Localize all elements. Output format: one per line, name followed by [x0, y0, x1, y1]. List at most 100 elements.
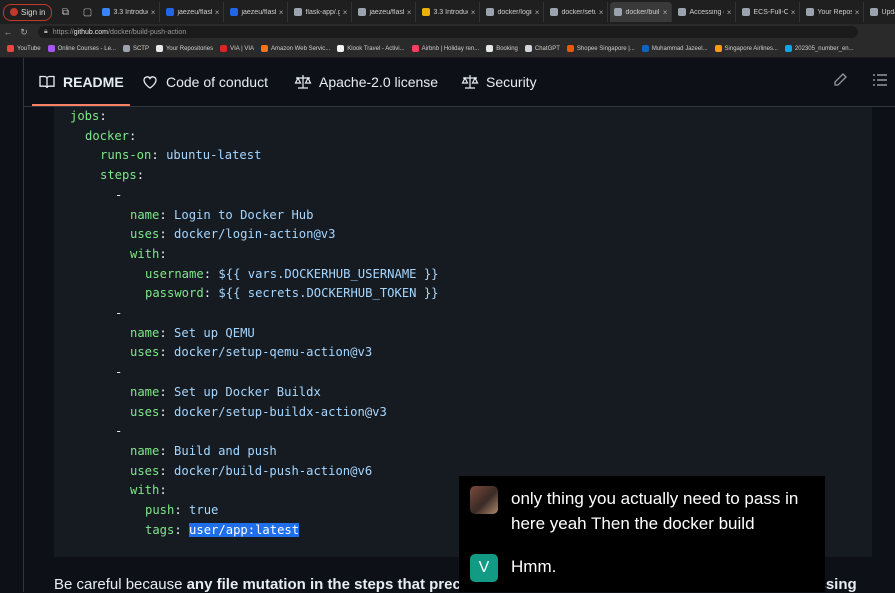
bookmark-item[interactable]: 202305_number_en...	[784, 45, 854, 52]
bookmark-label: Airbnb | Holiday ren...	[421, 45, 480, 52]
tab-actions-icon[interactable]: ▢	[78, 3, 96, 21]
code-line: -	[115, 422, 122, 442]
url-field[interactable]: 🔒︎ https://github.com/docker/build-push-…	[38, 26, 858, 38]
bookmark-item[interactable]: Online Courses - Le...	[47, 45, 116, 52]
code-key: docker	[85, 128, 130, 143]
browser-tab[interactable]: jaezeu/flask ×	[354, 2, 417, 22]
bookmark-label: Shopee Singapore |...	[576, 45, 635, 52]
caption-row: V Hmm.	[470, 554, 811, 582]
bookmark-item[interactable]: Booking	[486, 45, 518, 52]
bookmark-favicon-icon	[784, 45, 792, 52]
url-host: github.com	[73, 28, 108, 36]
code-line: -	[115, 186, 122, 206]
close-tab-icon[interactable]: ×	[151, 8, 156, 17]
bookmark-item[interactable]: Klook Travel - Activi...	[337, 45, 405, 52]
bookmark-item[interactable]: Muhammad Jazeel...	[641, 45, 708, 52]
code-line: name: Login to Docker Hub	[130, 207, 314, 222]
bookmark-item[interactable]: Shopee Singapore |...	[566, 45, 635, 52]
code-key: name	[130, 443, 160, 458]
browser-tab[interactable]: ECS-Full-CI/ ×	[738, 2, 801, 22]
workspaces-icon[interactable]: ⧉	[56, 3, 74, 21]
close-tab-icon[interactable]: ×	[855, 8, 860, 17]
sign-in-button[interactable]: Sign in	[3, 3, 53, 21]
code-value: ${{ secrets.DOCKERHUB_TOKEN }}	[218, 286, 439, 301]
code-line: username: ${{ vars.DOCKERHUB_USERNAME }}	[145, 266, 439, 281]
close-tab-icon[interactable]: ×	[535, 8, 540, 17]
code-key: uses	[130, 345, 160, 360]
caption-row: only thing you actually need to pass in …	[470, 486, 811, 536]
browser-tab[interactable]: flask-app/.g ×	[290, 2, 353, 22]
tab-security[interactable]: Security	[461, 58, 537, 105]
tab-readme[interactable]: README	[32, 58, 130, 106]
code-value: ubuntu-latest	[166, 148, 262, 163]
tab-favicon-icon	[550, 8, 559, 16]
bookmark-label: 202305_number_en...	[794, 45, 854, 52]
close-tab-icon[interactable]: ×	[663, 8, 668, 17]
code-value: Set up QEMU	[174, 325, 255, 340]
code-value: Build and push	[174, 443, 277, 458]
heart-icon	[141, 73, 159, 91]
browser-tab[interactable]: 3.3 Introduc ×	[98, 2, 161, 22]
tab-title: ECS-Full-CI/	[753, 8, 787, 16]
close-tab-icon[interactable]: ×	[343, 8, 348, 17]
code-line: name: Set up QEMU	[130, 325, 255, 340]
bookmark-favicon-icon	[155, 45, 163, 52]
bookmark-item[interactable]: Your Repositories	[155, 45, 213, 52]
bookmark-label: ChatGPT	[534, 45, 560, 52]
tab-security-label: Security	[486, 73, 537, 90]
back-icon[interactable]: ←	[0, 27, 16, 37]
browser-tab[interactable]: Update mu×	[866, 2, 895, 22]
code-list-dash: -	[115, 365, 123, 380]
tab-license[interactable]: Apache-2.0 license	[294, 58, 438, 105]
close-tab-icon[interactable]: ×	[407, 8, 412, 17]
bookmark-item[interactable]: Amazon Web Servic...	[261, 45, 330, 52]
bookmark-item[interactable]: Singapore Airlines...	[714, 45, 778, 52]
bookmark-favicon-icon	[47, 45, 55, 52]
refresh-icon[interactable]: ↻	[16, 27, 32, 38]
bookmark-item[interactable]: VIA | VIA	[220, 45, 254, 52]
tab-favicon-icon	[614, 8, 623, 16]
bookmark-item[interactable]: YouTube	[7, 45, 41, 52]
close-tab-icon[interactable]: ×	[727, 8, 732, 17]
paragraph-lead: Be careful because	[54, 576, 187, 593]
bookmark-item[interactable]: Airbnb | Holiday ren...	[411, 45, 480, 52]
tab-favicon-icon	[230, 8, 239, 16]
browser-tab[interactable]: jaezeu/flask ×	[226, 2, 289, 22]
close-tab-icon[interactable]: ×	[215, 8, 220, 17]
code-value: docker/setup-buildx-action@v3	[174, 404, 387, 419]
browser-tab[interactable]: jaezeu/flask ×	[162, 2, 225, 22]
bookmark-item[interactable]: SCTP	[122, 45, 149, 52]
browser-tab[interactable]: docker/setu ×	[546, 2, 609, 22]
code-key: with	[130, 246, 160, 261]
tab-favicon-icon	[486, 8, 495, 16]
code-value: ${{ vars.DOCKERHUB_USERNAME }}	[218, 266, 439, 281]
tab-code-of-conduct[interactable]: Code of conduct	[141, 58, 268, 105]
browser-tab[interactable]: Accessing c ×	[674, 2, 737, 22]
caption-text: Hmm.	[511, 557, 557, 576]
code-line: uses: docker/setup-buildx-action@v3	[130, 404, 387, 419]
tab-title: docker/buil	[625, 8, 660, 16]
edit-pencil-icon[interactable]	[832, 72, 850, 90]
browser-tab[interactable]: docker/buil ×	[610, 2, 673, 22]
lock-icon: 🔒︎	[44, 28, 48, 35]
outline-list-icon[interactable]	[872, 72, 890, 90]
bookmark-label: Muhammad Jazeel...	[651, 45, 708, 52]
bookmark-item[interactable]: ChatGPT	[524, 45, 560, 52]
bookmark-favicon-icon	[7, 45, 14, 52]
code-key: username	[145, 266, 204, 281]
bookmark-favicon-icon	[261, 45, 268, 52]
browser-tab[interactable]: 3.3 Introduc ×	[418, 2, 481, 22]
tab-title: 3.3 Introduc	[433, 8, 468, 16]
close-tab-icon[interactable]: ×	[471, 8, 476, 17]
browser-tab[interactable]: Your Reposit ×	[802, 2, 865, 22]
browser-tab[interactable]: docker/login ×	[482, 2, 545, 22]
bookmark-favicon-icon	[524, 45, 532, 52]
bookmark-label: Klook Travel - Activi...	[347, 45, 405, 52]
close-tab-icon[interactable]: ×	[599, 8, 604, 17]
code-line: runs-on: ubuntu-latest	[100, 148, 262, 163]
close-tab-icon[interactable]: ×	[791, 8, 796, 17]
tab-title: jaezeu/flask	[369, 8, 404, 16]
code-key: uses	[130, 404, 160, 419]
tab-title: Update mu	[881, 8, 895, 16]
close-tab-icon[interactable]: ×	[279, 8, 284, 17]
